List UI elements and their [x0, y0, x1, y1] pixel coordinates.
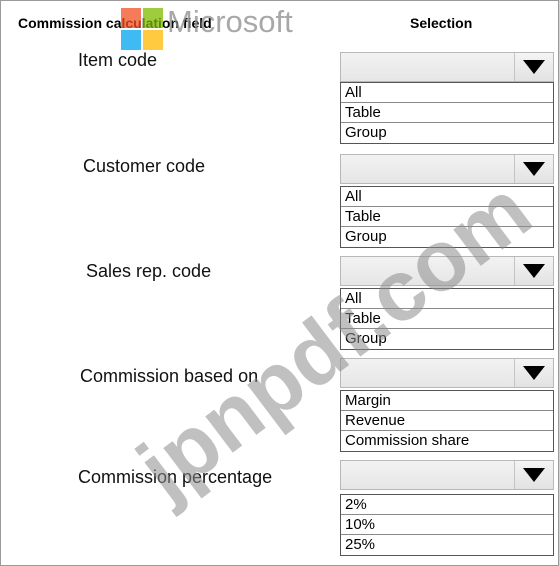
option-commission-share[interactable]: Commission share	[341, 431, 553, 451]
option-table[interactable]: Table	[341, 207, 553, 227]
label-customer-code: Customer code	[83, 156, 206, 176]
item-code-dropdown[interactable]	[340, 52, 554, 82]
sales-rep-code-options: All Table Group	[340, 288, 554, 350]
chevron-down-icon[interactable]	[514, 53, 553, 81]
customer-code-options: All Table Group	[340, 186, 554, 248]
chevron-down-icon[interactable]	[514, 257, 553, 285]
option-10-percent[interactable]: 10%	[341, 515, 553, 535]
option-all[interactable]: All	[341, 187, 553, 207]
microsoft-logo-icon	[121, 8, 163, 50]
label-commission-based-on: Commission based on	[80, 366, 259, 386]
option-group[interactable]: Group	[341, 329, 553, 349]
sales-rep-code-dropdown[interactable]	[340, 256, 554, 286]
item-code-options: All Table Group	[340, 82, 554, 144]
option-margin[interactable]: Margin	[341, 391, 553, 411]
option-table[interactable]: Table	[341, 103, 553, 123]
option-2-percent[interactable]: 2%	[341, 495, 553, 515]
label-sales-rep-code: Sales rep. code	[86, 261, 212, 281]
commission-based-on-dropdown[interactable]	[340, 358, 554, 388]
chevron-down-icon[interactable]	[514, 359, 553, 387]
commission-percentage-options: 2% 10% 25%	[340, 494, 554, 556]
chevron-down-icon[interactable]	[514, 155, 553, 183]
option-group[interactable]: Group	[341, 123, 553, 143]
option-table[interactable]: Table	[341, 309, 553, 329]
option-all[interactable]: All	[341, 83, 553, 103]
microsoft-watermark-text: Microsoft	[167, 4, 293, 39]
commission-percentage-dropdown[interactable]	[340, 460, 554, 490]
commission-based-on-options: Margin Revenue Commission share	[340, 390, 554, 452]
label-commission-percentage: Commission percentage	[78, 467, 273, 487]
chevron-down-icon[interactable]	[514, 461, 553, 489]
option-all[interactable]: All	[341, 289, 553, 309]
label-item-code: Item code	[78, 50, 158, 70]
column-header-selection: Selection	[410, 15, 473, 31]
option-revenue[interactable]: Revenue	[341, 411, 553, 431]
customer-code-dropdown[interactable]	[340, 154, 554, 184]
option-group[interactable]: Group	[341, 227, 553, 247]
option-25-percent[interactable]: 25%	[341, 535, 553, 555]
